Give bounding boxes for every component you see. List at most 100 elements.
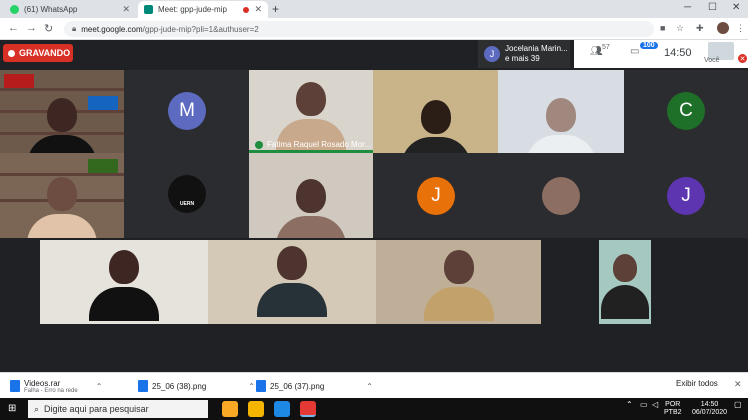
video-tile[interactable] <box>376 240 541 324</box>
download-name: 25_06 (38).png <box>152 381 207 391</box>
show-all-downloads-button[interactable]: Exibir todos <box>676 379 718 388</box>
taskbar-time: 14:50 <box>700 401 719 408</box>
recording-indicator-icon <box>243 6 250 13</box>
browser-tab-strip: (61) WhatsApp ✕ Meet: gpp-jude-mip ✕ + ─… <box>0 0 748 18</box>
participant-avatar: C <box>667 92 705 130</box>
participant-avatar: J <box>417 177 455 215</box>
maximize-icon[interactable]: ☐ <box>708 2 717 13</box>
participant-video <box>257 246 327 317</box>
network-icon[interactable]: ▭ <box>640 401 648 409</box>
recording-label: GRAVANDO <box>19 48 71 58</box>
language-secondary: PTB2 <box>664 409 682 416</box>
participant-name: Fatima Raquel Rosado Mor... <box>267 140 372 149</box>
participant-video <box>27 98 97 153</box>
logo-text: UERN <box>179 201 195 207</box>
taskbar-search-input[interactable]: ⌕ Digite aqui para pesquisar <box>28 400 208 418</box>
participant-video <box>400 100 471 153</box>
star-icon[interactable]: ☆ <box>676 23 684 34</box>
taskbar-clock[interactable]: 14:50 06/07/2020 <box>692 401 727 417</box>
minimize-icon[interactable]: ─ <box>684 2 691 13</box>
video-tile[interactable] <box>498 70 624 153</box>
chrome-icon[interactable] <box>248 401 264 417</box>
self-view-label: Você <box>704 57 720 64</box>
participant-video <box>276 179 346 238</box>
video-tile[interactable] <box>208 240 376 324</box>
tray-chevron-icon[interactable]: ⌃ <box>626 401 633 409</box>
video-tile[interactable] <box>599 240 651 324</box>
volume-icon[interactable]: ◁ <box>652 401 658 409</box>
video-tile[interactable] <box>0 153 124 238</box>
archive-file-icon <box>10 380 20 392</box>
presenter-card[interactable]: J Jocelania Marin... e mais 39 <box>478 40 570 68</box>
video-tile-speaking[interactable]: Fatima Raquel Rosado Mor... <box>249 70 373 153</box>
presenter-name: Jocelania Marin... <box>505 44 568 53</box>
people-icon[interactable]: 👥︎ <box>590 46 603 57</box>
whatsapp-icon <box>10 5 19 14</box>
video-tile[interactable] <box>373 70 498 153</box>
video-tile[interactable] <box>249 153 373 238</box>
participant-name-tag: Fatima Raquel Rosado Mor... <box>255 140 371 149</box>
presenter-avatar: J <box>484 46 500 62</box>
download-item[interactable]: 25_06 (38).png ⌃ <box>138 376 255 396</box>
video-tile[interactable] <box>40 240 208 324</box>
tab-title: Meet: gpp-jude-mip <box>158 5 227 14</box>
video-tile[interactable]: UERN <box>124 153 249 238</box>
windows-start-icon[interactable]: ⊞ <box>8 403 16 414</box>
video-tile[interactable]: J <box>373 153 498 238</box>
download-name: Videos.rar <box>24 378 61 388</box>
menu-icon[interactable]: ⋮ <box>736 23 745 34</box>
chrome-active-icon[interactable] <box>300 401 316 417</box>
download-name: 25_06 (37).png <box>270 381 325 391</box>
meeting-clock: 14:50 <box>664 47 692 59</box>
video-tile[interactable]: C <box>624 70 748 153</box>
back-icon[interactable]: ← <box>8 22 19 34</box>
participant-photo-avatar <box>542 177 580 215</box>
windows-taskbar: ⊞ ⌕ Digite aqui para pesquisar ⌃ ▭ ◁ POR… <box>0 398 748 420</box>
new-tab-button[interactable]: + <box>272 2 279 16</box>
video-tile[interactable]: J <box>624 153 748 238</box>
meet-header: GRAVANDO J Jocelania Marin... e mais 39 … <box>0 40 748 68</box>
tab-meet[interactable]: Meet: gpp-jude-mip ✕ <box>138 1 268 18</box>
participant-video <box>89 250 159 321</box>
download-status: Falha - Erro na rede <box>24 387 78 394</box>
close-download-shelf-icon[interactable]: ✕ <box>734 379 742 390</box>
download-item[interactable]: 25_06 (37).png ⌃ <box>256 376 373 396</box>
chevron-up-icon[interactable]: ⌃ <box>366 382 373 391</box>
url-path: /gpp-jude-mip?pli=1&authuser=2 <box>142 24 259 34</box>
participant-video <box>423 250 494 321</box>
image-file-icon <box>256 380 266 392</box>
recording-badge: GRAVANDO <box>3 44 73 62</box>
browser-toolbar: ← → ↻ 🔒︎ meet.google.com/gpp-jude-mip?pl… <box>0 18 748 40</box>
language-indicator[interactable]: POR PTB2 <box>664 401 682 417</box>
download-item[interactable]: Videos.rar Falha - Erro na rede ⌃ <box>10 376 102 396</box>
participant-logo: UERN <box>168 175 206 213</box>
profile-avatar[interactable] <box>717 22 729 34</box>
participant-avatar: J <box>667 177 705 215</box>
window-close-icon[interactable]: ✕ <box>732 2 740 13</box>
tab-title: (61) WhatsApp <box>24 5 78 14</box>
participant-video <box>27 177 97 238</box>
file-explorer-icon[interactable] <box>222 401 238 417</box>
close-panel-icon[interactable]: ✕ <box>738 54 747 63</box>
chevron-up-icon[interactable]: ⌃ <box>96 382 103 391</box>
app-icon[interactable] <box>274 401 290 417</box>
record-dot-icon <box>8 49 15 57</box>
reload-icon[interactable]: ↻ <box>44 22 53 35</box>
tab-close-icon[interactable]: ✕ <box>122 4 130 15</box>
video-tile[interactable] <box>0 70 124 153</box>
video-tile[interactable]: M <box>124 70 249 153</box>
participant-avatar: M <box>168 92 206 130</box>
address-bar[interactable]: 🔒︎ meet.google.com/gpp-jude-mip?pli=1&au… <box>64 21 654 37</box>
notifications-icon[interactable]: ▢ <box>734 401 742 409</box>
chat-icon[interactable]: ▭ <box>630 46 639 57</box>
camera-icon[interactable]: ■ <box>660 23 665 33</box>
video-tile[interactable] <box>498 153 624 238</box>
tab-whatsapp[interactable]: (61) WhatsApp ✕ <box>4 1 136 18</box>
presenter-more: e mais 39 <box>505 54 540 63</box>
extensions-icon[interactable]: ✚ <box>696 23 704 34</box>
participants-count: 57 <box>602 44 610 51</box>
speaking-icon <box>255 140 263 149</box>
chevron-up-icon[interactable]: ⌃ <box>248 382 255 391</box>
tab-close-icon[interactable]: ✕ <box>254 4 262 15</box>
forward-icon[interactable]: → <box>26 22 37 34</box>
